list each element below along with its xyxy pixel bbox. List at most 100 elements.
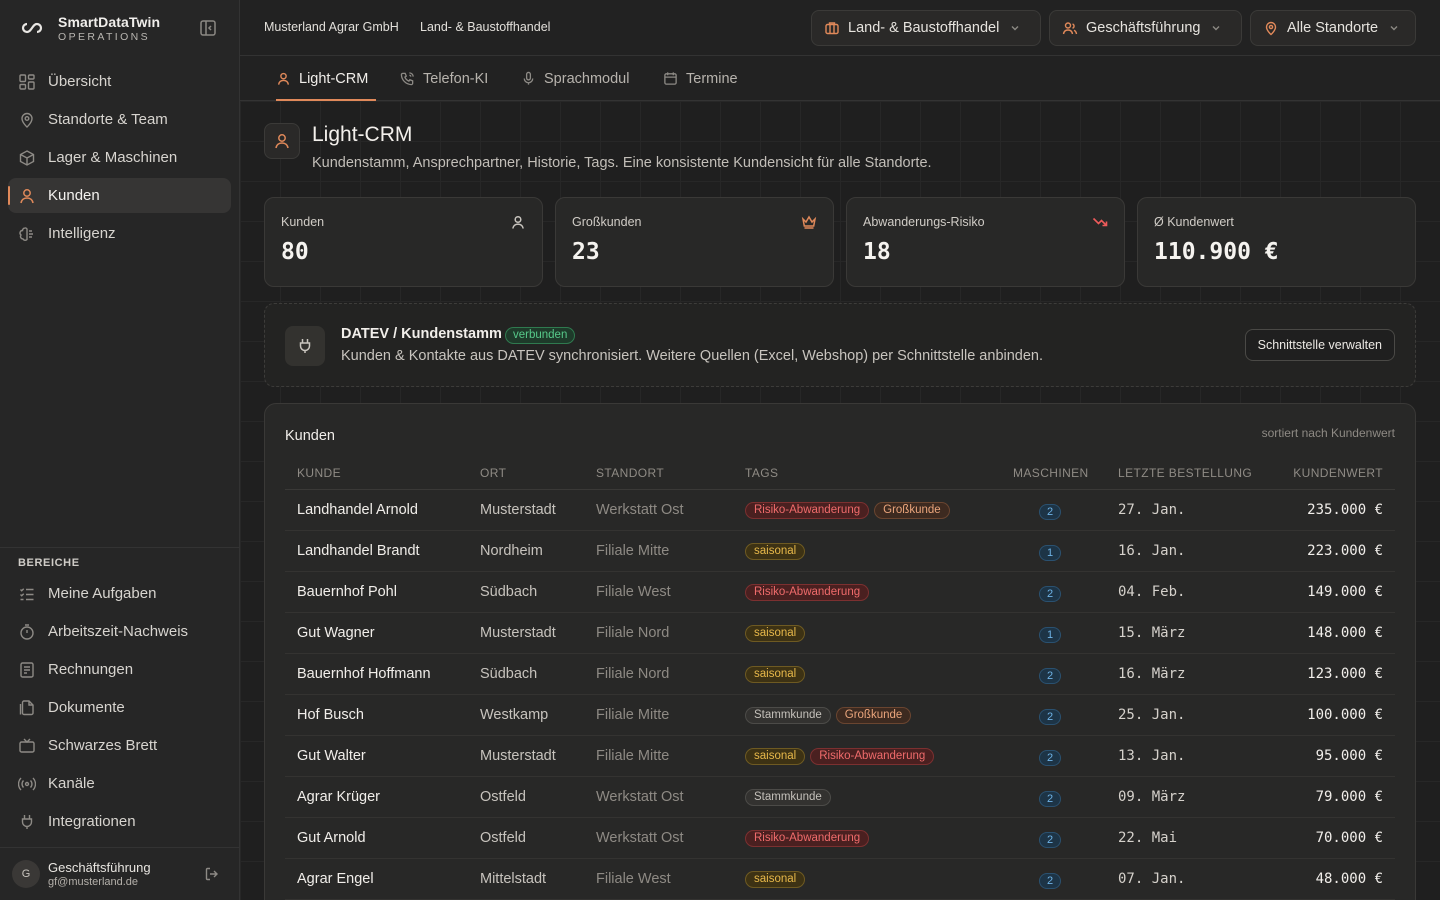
- role-selector[interactable]: Geschäftsführung: [1049, 10, 1242, 46]
- tab-termine[interactable]: Termine: [663, 56, 738, 101]
- cell-kunde[interactable]: Landhandel Brandt: [297, 543, 420, 559]
- tab-light-crm[interactable]: Light-CRM: [276, 56, 376, 101]
- nav-label: Intelligenz: [48, 225, 116, 242]
- cell-kunde[interactable]: Gut Walter: [297, 748, 366, 764]
- calendar-icon: [664, 72, 677, 85]
- crown-icon: [801, 215, 817, 229]
- manage-interface-button[interactable]: Schnittstelle verwalten: [1244, 329, 1395, 361]
- cell-kunde[interactable]: Agrar Krüger: [297, 789, 380, 805]
- cell-letzte-bestellung: 09. März: [1118, 789, 1186, 805]
- cell-letzte-bestellung: 13. Jan.: [1118, 748, 1186, 764]
- table-row[interactable]: Agrar Krüger Ostfeld Werkstatt Ost Stamm…: [285, 777, 1395, 818]
- brand[interactable]: SmartDataTwin OPERATIONS: [18, 12, 228, 44]
- sidebar-collapse-icon[interactable]: [198, 18, 218, 38]
- table-row[interactable]: Landhandel Arnold Musterstadt Werkstatt …: [285, 490, 1395, 531]
- column-header-letzte-bestellung[interactable]: LETZTE BESTELLUNG: [1118, 466, 1252, 480]
- kpi-value: 18: [863, 239, 891, 265]
- cell-kunde[interactable]: Gut Arnold: [297, 830, 366, 846]
- table-row[interactable]: Gut Arnold Ostfeld Werkstatt Ost Risiko-…: [285, 818, 1395, 859]
- nav-label: Standorte & Team: [48, 111, 168, 128]
- tag-badge: saisonal: [745, 666, 806, 683]
- cell-maschinen: 2: [1039, 872, 1061, 889]
- table-row[interactable]: Hof Busch Westkamp Filiale Mitte Stammku…: [285, 695, 1395, 736]
- brand-name: SmartDataTwin: [58, 14, 161, 30]
- cell-maschinen: 1: [1039, 626, 1061, 643]
- logout-icon[interactable]: [204, 866, 220, 882]
- cell-ort: Südbach: [480, 584, 538, 600]
- table-row[interactable]: Gut Walter Musterstadt Filiale Mitte sai…: [285, 736, 1395, 777]
- nav-item-uebersicht[interactable]: Übersicht: [8, 64, 231, 99]
- column-header-standort[interactable]: STANDORT: [596, 466, 664, 480]
- tab-label: Termine: [686, 70, 738, 87]
- breadcrumb-company[interactable]: Musterland Agrar GmbH: [264, 20, 399, 34]
- cell-letzte-bestellung: 16. März: [1118, 666, 1186, 682]
- nav-item-integrationen[interactable]: Integrationen: [8, 804, 231, 839]
- cell-maschinen: 2: [1039, 749, 1061, 766]
- table-row[interactable]: Bauernhof Hoffmann Südbach Filiale Nord …: [285, 654, 1395, 695]
- cell-tags: Stammkunde: [745, 789, 831, 806]
- status-badge: verbunden: [505, 327, 576, 344]
- cell-kundenwert: 70.000 €: [1315, 830, 1383, 846]
- main-content: Light-CRM Kundenstamm, Ansprechpartner, …: [240, 101, 1440, 900]
- column-header-ort[interactable]: ORT: [480, 466, 506, 480]
- cell-ort: Ostfeld: [480, 830, 526, 846]
- cell-kunde[interactable]: Bauernhof Hoffmann: [297, 666, 431, 682]
- datev-integration-banner: DATEV / Kundenstamm verbunden Kunden & K…: [264, 303, 1416, 387]
- branch-selector[interactable]: Land- & Baustoffhandel: [811, 10, 1041, 46]
- tag-badge: Risiko-Abwanderung: [745, 584, 870, 601]
- cell-kunde[interactable]: Landhandel Arnold: [297, 502, 418, 518]
- nav-item-standorte[interactable]: Standorte & Team: [8, 102, 231, 137]
- breadcrumb-branch[interactable]: Land- & Baustoffhandel: [420, 20, 550, 34]
- cell-tags: saisonal: [745, 543, 806, 560]
- tag-badge: Risiko-Abwanderung: [745, 502, 870, 519]
- table-body: Landhandel Arnold Musterstadt Werkstatt …: [285, 490, 1395, 900]
- cell-letzte-bestellung: 22. Mai: [1118, 830, 1178, 846]
- table-row[interactable]: Agrar Engel Mittelstadt Filiale West sai…: [285, 859, 1395, 900]
- cell-kunde[interactable]: Hof Busch: [297, 707, 364, 723]
- cell-ort: Südbach: [480, 666, 538, 682]
- selector-label: Alle Standorte: [1287, 20, 1379, 36]
- table-row[interactable]: Bauernhof Pohl Südbach Filiale West Risi…: [285, 572, 1395, 613]
- cell-maschinen: 2: [1039, 708, 1061, 725]
- logo-icon: [21, 22, 43, 34]
- table-title: Kunden: [285, 428, 335, 444]
- nav-item-aufgaben[interactable]: Meine Aufgaben: [8, 576, 231, 611]
- table-row[interactable]: Landhandel Brandt Nordheim Filiale Mitte…: [285, 531, 1395, 572]
- map-pin-icon: [1265, 21, 1277, 36]
- nav-item-kanaele[interactable]: Kanäle: [8, 766, 231, 801]
- module-tabs: Light-CRM Telefon-KI Sprachmodul Termine: [240, 56, 1440, 101]
- cell-standort: Werkstatt Ost: [596, 830, 684, 846]
- cell-kunde[interactable]: Agrar Engel: [297, 871, 374, 887]
- nav-item-dokumente[interactable]: Dokumente: [8, 690, 231, 725]
- tab-telefon-ki[interactable]: Telefon-KI: [400, 56, 488, 101]
- map-pin-icon: [21, 112, 33, 128]
- avatar[interactable]: G: [12, 860, 40, 888]
- cell-maschinen: 1: [1039, 544, 1061, 561]
- column-header-tags[interactable]: TAGS: [745, 466, 778, 480]
- cell-standort: Filiale Nord: [596, 666, 670, 682]
- nav-item-schwarzes-brett[interactable]: Schwarzes Brett: [8, 728, 231, 763]
- cell-standort: Filiale Mitte: [596, 748, 670, 764]
- count-badge: 2: [1039, 709, 1061, 725]
- cell-ort: Musterstadt: [480, 625, 556, 641]
- nav-item-lager[interactable]: Lager & Maschinen: [8, 140, 231, 175]
- nav-label: Arbeitszeit-Nachweis: [48, 623, 189, 640]
- nav-item-intelligenz[interactable]: Intelligenz: [8, 216, 231, 251]
- cell-tags: Risiko-Abwanderung Großkunde: [745, 502, 950, 519]
- column-header-kundenwert[interactable]: KUNDENWERT: [1293, 466, 1383, 480]
- column-header-maschinen[interactable]: MASCHINEN: [1013, 466, 1089, 480]
- nav-item-arbeitszeit[interactable]: Arbeitszeit-Nachweis: [8, 614, 231, 649]
- tag-badge: saisonal: [745, 871, 806, 888]
- nav-item-kunden[interactable]: Kunden: [8, 178, 231, 213]
- cell-kunde[interactable]: Gut Wagner: [297, 625, 375, 641]
- mic-icon: [523, 71, 534, 85]
- nav-item-rechnungen[interactable]: Rechnungen: [8, 652, 231, 687]
- tab-sprachmodul[interactable]: Sprachmodul: [521, 56, 629, 101]
- cell-kunde[interactable]: Bauernhof Pohl: [297, 584, 397, 600]
- sort-note: sortiert nach Kundenwert: [1261, 426, 1395, 440]
- briefcase-icon: [825, 22, 839, 35]
- column-header-kunde[interactable]: KUNDE: [297, 466, 341, 480]
- location-selector[interactable]: Alle Standorte: [1250, 10, 1416, 46]
- table-row[interactable]: Gut Wagner Musterstadt Filiale Nord sais…: [285, 613, 1395, 654]
- nav-label: Schwarzes Brett: [48, 737, 158, 754]
